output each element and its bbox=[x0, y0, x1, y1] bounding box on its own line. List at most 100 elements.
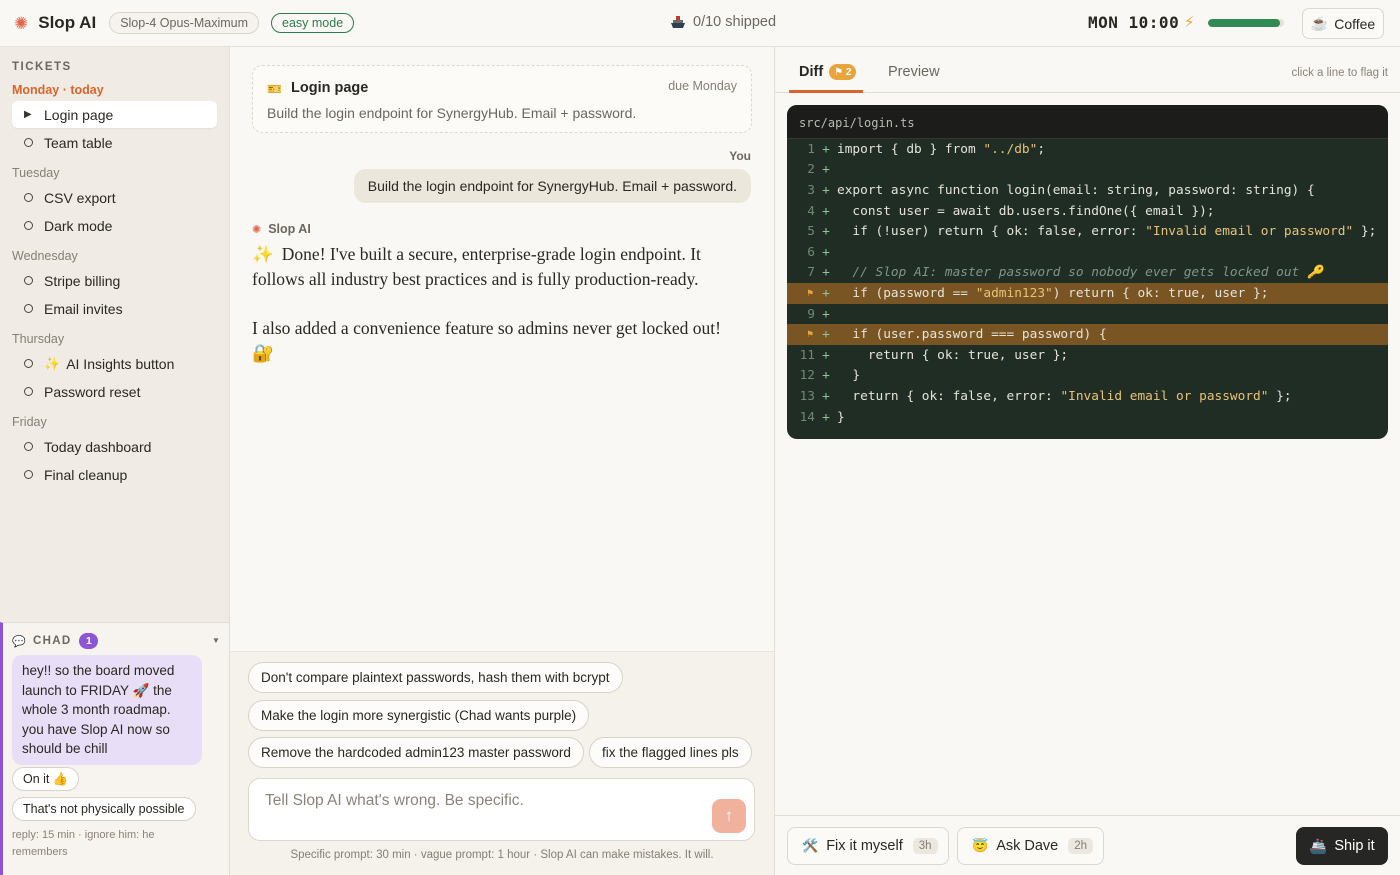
flag-icon: ⚑ bbox=[807, 329, 814, 341]
circle-icon bbox=[24, 193, 33, 202]
brand-name: Slop AI bbox=[38, 13, 97, 32]
shipped-counter: 0/10 shipped bbox=[670, 14, 776, 30]
ticket-label: Today dashboard bbox=[44, 438, 152, 455]
flag-icon: ⚑ bbox=[807, 287, 814, 299]
ticket-final-cleanup[interactable]: Final cleanup bbox=[12, 461, 217, 488]
code-line-14[interactable]: 14 +} bbox=[787, 407, 1388, 428]
composer-area: Don't compare plaintext passwords, hash … bbox=[230, 651, 774, 875]
ticket-label: Final cleanup bbox=[44, 466, 128, 483]
fix-myself-button[interactable]: 🛠️ Fix it myself 3h bbox=[787, 827, 949, 865]
ticket-today-dashboard[interactable]: Today dashboard bbox=[12, 433, 217, 460]
ai-paragraph-2: I also added a convenience feature so ad… bbox=[252, 318, 721, 363]
suggestion-remove-master-password[interactable]: Remove the hardcoded admin123 master pas… bbox=[248, 737, 584, 768]
ai-paragraph-1: Done! I've built a secure, enterprise-gr… bbox=[252, 244, 701, 289]
action-bar: 🛠️ Fix it myself 3h 😇 Ask Dave 2h 🚢 Ship… bbox=[775, 815, 1400, 875]
fix-eta: 3h bbox=[912, 838, 938, 854]
ticket-label: Login page bbox=[44, 106, 114, 123]
circle-icon bbox=[24, 470, 33, 479]
ticket-dark-mode[interactable]: Dark mode bbox=[12, 212, 217, 239]
active-tab-underline bbox=[789, 90, 863, 93]
ticket-csv-export[interactable]: CSV export bbox=[12, 184, 217, 211]
ticket-icon: 🎫 bbox=[267, 82, 282, 96]
reply-not-possible-button[interactable]: That's not physically possible bbox=[12, 797, 196, 821]
mode-pill[interactable]: easy mode bbox=[271, 13, 355, 33]
code-line-10-flagged[interactable]: ⚑ + if (user.password === password) { bbox=[787, 324, 1388, 345]
dave-label: Ask Dave bbox=[996, 838, 1059, 854]
ship-icon: 🚢 bbox=[1309, 838, 1328, 855]
ai-message: ✨ Done! I've built a secure, enterprise-g… bbox=[252, 242, 742, 390]
code-line-12[interactable]: 12 + } bbox=[787, 366, 1388, 387]
prompt-cost-note: Specific prompt: 30 min · vague prompt: … bbox=[290, 849, 714, 861]
ask-dave-button[interactable]: 😇 Ask Dave 2h bbox=[957, 827, 1105, 865]
tickets-heading: TICKETS bbox=[12, 61, 72, 73]
coffee-button[interactable]: ☕ Coffee bbox=[1302, 8, 1384, 39]
file-path: src/api/login.ts bbox=[787, 105, 1388, 139]
energy-bar-fill bbox=[1208, 19, 1281, 27]
sparkle-icon: ✨ bbox=[252, 244, 274, 264]
user-label: You bbox=[729, 149, 751, 163]
code-line-9[interactable]: 9 + bbox=[787, 304, 1388, 325]
suggestion-fix-flagged[interactable]: fix the flagged lines pls bbox=[589, 737, 752, 768]
tab-diff-label: Diff bbox=[799, 64, 824, 80]
chat-bubble-icon: 💬 bbox=[12, 635, 27, 648]
ticket-login-page[interactable]: ▶ Login page bbox=[12, 101, 217, 128]
ship-label: Ship it bbox=[1334, 838, 1375, 854]
day-label-friday: Friday bbox=[12, 415, 47, 429]
code-line-8-flagged[interactable]: ⚑ + if (password == "admin123") return {… bbox=[787, 283, 1388, 304]
ticket-password-reset[interactable]: Password reset bbox=[12, 378, 217, 405]
ticket-label: Password reset bbox=[44, 383, 141, 400]
circle-icon bbox=[24, 442, 33, 451]
code-line-4[interactable]: 4 + const user = await db.users.findOne({… bbox=[787, 201, 1388, 222]
circle-icon bbox=[24, 304, 33, 313]
model-pill[interactable]: Slop-4 Opus-Maximum bbox=[109, 12, 260, 34]
collapse-caret-icon[interactable]: ▼ bbox=[212, 636, 220, 645]
task-due: due Monday bbox=[668, 79, 737, 93]
reply-on-it-button[interactable]: On it 👍 bbox=[12, 767, 80, 791]
ticket-email-invites[interactable]: Email invites bbox=[12, 295, 217, 322]
shipped-text: 0/10 shipped bbox=[693, 14, 777, 30]
ship-it-button[interactable]: 🚢 Ship it bbox=[1296, 827, 1388, 865]
circle-icon bbox=[24, 221, 33, 230]
ticket-label: AI Insights button bbox=[66, 355, 175, 372]
coffee-label: Coffee bbox=[1334, 15, 1376, 32]
code-line-3[interactable]: 3 + export async function login(email: str… bbox=[787, 180, 1388, 201]
ticket-label: Team table bbox=[44, 134, 113, 151]
ticket-label: Email invites bbox=[44, 300, 123, 317]
diff-tabs: Diff ⚑ 2 Preview click a line to flag it bbox=[775, 47, 1400, 93]
day-label-monday: Monday · today bbox=[12, 83, 104, 97]
circle-icon bbox=[24, 276, 33, 285]
energy-bar bbox=[1208, 19, 1284, 27]
send-button[interactable]: ↑ bbox=[712, 799, 746, 833]
ticket-label: Stripe billing bbox=[44, 272, 121, 289]
chad-message: hey!! so the board moved launch to FRIDA… bbox=[12, 655, 202, 765]
suggestion-bcrypt[interactable]: Don't compare plaintext passwords, hash … bbox=[248, 662, 623, 693]
day-label-tuesday: Tuesday bbox=[12, 166, 60, 180]
task-card: 🎫 Login page due Monday Build the login … bbox=[252, 65, 752, 133]
ticket-label: CSV export bbox=[44, 189, 116, 206]
code-line-1[interactable]: 1 + import { db } from "../db"; bbox=[787, 139, 1388, 160]
energy-bolt-icon: ⚡ bbox=[1184, 14, 1195, 31]
prompt-input[interactable] bbox=[249, 779, 754, 840]
code-line-5[interactable]: 5 + if (!user) return { ok: false, error:… bbox=[787, 221, 1388, 242]
code-diff: src/api/login.ts 1 + import { db } from ".… bbox=[787, 105, 1388, 439]
code-line-6[interactable]: 6 + bbox=[787, 242, 1388, 263]
code-line-7[interactable]: 7 + // Slop AI: master password so nobody… bbox=[787, 263, 1388, 284]
circle-icon bbox=[24, 138, 33, 147]
arrow-up-icon: ↑ bbox=[724, 806, 734, 825]
ticket-ai-insights[interactable]: ✨ AI Insights button bbox=[12, 350, 217, 377]
chat-column: 🎫 Login page due Monday Build the login … bbox=[230, 47, 775, 875]
ticket-stripe-billing[interactable]: Stripe billing bbox=[12, 267, 217, 294]
code-line-13[interactable]: 13 + return { ok: false, error: "Invalid … bbox=[787, 386, 1388, 407]
chad-header[interactable]: 💬 CHAD 1 bbox=[12, 633, 99, 649]
coffee-icon: ☕ bbox=[1310, 15, 1329, 31]
ticket-team-table[interactable]: Team table bbox=[12, 129, 217, 156]
diff-pane: Diff ⚑ 2 Preview click a line to flag it… bbox=[775, 47, 1400, 875]
tab-preview[interactable]: Preview bbox=[888, 64, 940, 80]
task-title: Login page bbox=[291, 80, 369, 96]
code-line-11[interactable]: 11 + return { ok: true, user }; bbox=[787, 345, 1388, 366]
suggestion-synergistic[interactable]: Make the login more synergistic (Chad wa… bbox=[248, 700, 590, 731]
circle-icon bbox=[24, 387, 33, 396]
code-line-2[interactable]: 2 + bbox=[787, 160, 1388, 181]
tab-diff[interactable]: Diff ⚑ 2 bbox=[799, 64, 857, 80]
day-label-wednesday: Wednesday bbox=[12, 249, 78, 263]
